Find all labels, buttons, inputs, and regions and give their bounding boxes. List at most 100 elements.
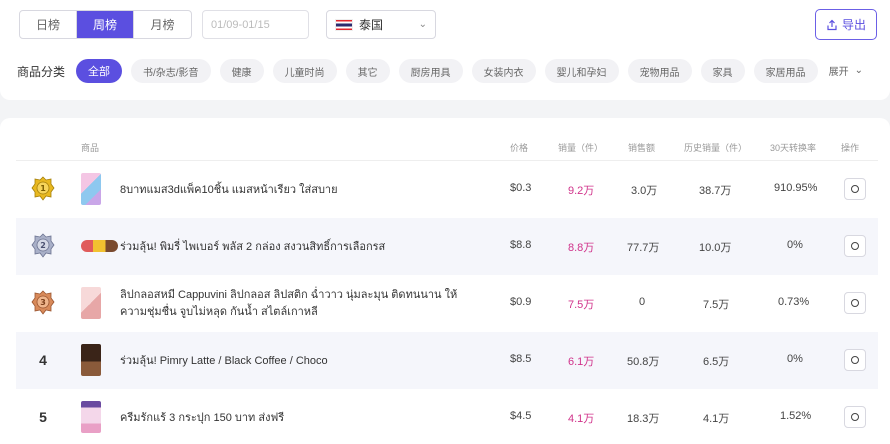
category-chip-all[interactable]: 全部 — [76, 59, 122, 83]
export-button[interactable]: 导出 — [815, 9, 877, 40]
date-range-input[interactable]: 01/09-01/15 — [202, 10, 309, 39]
tab-weekly[interactable]: 周榜 — [77, 11, 134, 38]
category-label: 商品分类 — [17, 64, 66, 79]
table-row[interactable]: 4 ร่วมลุ้น! Pimry Latte / Black Coffee /… — [16, 332, 878, 389]
rank-cell: 1 — [30, 175, 56, 203]
price-cell: $0.9 — [510, 296, 532, 308]
revenue-cell: 3.0万 — [631, 185, 658, 197]
history-sales-cell: 38.7万 — [699, 185, 732, 197]
svg-text:3: 3 — [40, 298, 46, 307]
country-select[interactable]: 泰国 ⌄ — [326, 10, 436, 39]
conversion-cell: 0% — [787, 239, 803, 251]
header-price: 价格 — [510, 143, 529, 153]
table-row[interactable]: 3 ลิปกลอสหมี Cappuvini ลิปกลอส ลิปสติก ฉ… — [16, 275, 878, 332]
filter-panel: 日榜 周榜 月榜 01/09-01/15 泰国 ⌄ 导出 商品分类 全部 书/杂… — [0, 0, 890, 100]
sales-cell: 8.8万 — [568, 242, 595, 254]
header-revenue: 销售额 — [628, 143, 656, 153]
header-history-sales: 历史销量（件） — [684, 143, 748, 153]
history-sales-cell: 7.5万 — [703, 299, 730, 311]
history-sales-cell: 6.5万 — [703, 356, 730, 368]
sales-cell: 6.1万 — [568, 356, 595, 368]
date-range-placeholder: 01/09-01/15 — [211, 18, 270, 31]
category-chip-furniture[interactable]: 家具 — [700, 59, 745, 83]
expand-label: 展开 — [828, 66, 849, 78]
product-thumbnail[interactable] — [81, 401, 101, 433]
conversion-cell: 0% — [787, 353, 803, 365]
view-detail-button[interactable] — [844, 235, 866, 257]
table-row[interactable]: 5 ครีมรักแร้ 3 กระปุก 150 บาท ส่งฟรี $4.… — [16, 389, 878, 444]
search-icon — [851, 413, 859, 421]
category-chip-home[interactable]: 家居用品 — [753, 59, 818, 83]
view-detail-button[interactable] — [844, 406, 866, 428]
price-cell: $8.5 — [510, 353, 532, 365]
revenue-cell: 18.3万 — [627, 413, 660, 425]
rank-cell: 5 — [39, 409, 47, 425]
gold-medal-icon: 1 — [31, 176, 55, 201]
product-thumbnail[interactable] — [81, 240, 118, 252]
view-detail-button[interactable] — [844, 349, 866, 371]
rank-cell: 4 — [39, 352, 47, 368]
price-cell: $8.8 — [510, 239, 532, 251]
revenue-cell: 77.7万 — [627, 242, 660, 254]
sales-cell: 7.5万 — [568, 299, 595, 311]
rank-cell: 2 — [30, 232, 56, 260]
expand-toggle[interactable]: 展开 ⌄ — [829, 58, 863, 82]
category-chip-kitchen[interactable]: 厨房用具 — [398, 59, 463, 83]
search-icon — [851, 356, 859, 364]
category-chip-pet[interactable]: 宠物用品 — [627, 59, 692, 83]
revenue-cell: 50.8万 — [627, 356, 660, 368]
rank-cell: 3 — [30, 289, 56, 317]
silver-medal-icon: 2 — [31, 233, 55, 258]
conversion-cell: 0.73% — [778, 296, 810, 308]
view-detail-button[interactable] — [844, 292, 866, 314]
category-chip-books[interactable]: 书/杂志/影音 — [131, 59, 211, 83]
sales-cell: 4.1万 — [568, 413, 595, 425]
search-icon — [851, 185, 859, 193]
revenue-cell: 0 — [639, 296, 646, 308]
tab-monthly[interactable]: 月榜 — [134, 11, 191, 38]
bronze-medal-icon: 3 — [31, 290, 55, 315]
header-product: 商品 — [81, 143, 100, 153]
svg-text:2: 2 — [40, 241, 46, 250]
sales-cell: 9.2万 — [568, 185, 595, 197]
product-name[interactable]: ร่วมลุ้น! Pimry Latte / Black Coffee / C… — [120, 342, 480, 380]
category-chip-kids-fashion[interactable]: 儿童时尚 — [272, 59, 337, 83]
table-header: 商品 价格 销量（件） 销售额 历史销量（件） 30天转换率 操作 — [16, 135, 878, 161]
search-icon — [851, 299, 859, 307]
header-action: 操作 — [841, 143, 860, 153]
product-name[interactable]: ครีมรักแร้ 3 กระปุก 150 บาท ส่งฟรี — [120, 399, 480, 437]
export-icon — [827, 19, 837, 30]
ranking-table: 商品 价格 销量（件） 销售额 历史销量（件） 30天转换率 操作 1 8บาท… — [0, 118, 890, 444]
product-name[interactable]: 8บาทแมส3dแพ็ค10ชิ้น แมสหน้าเรียว ใส่สบาย — [120, 171, 480, 209]
category-chip-womens-underwear[interactable]: 女装内衣 — [471, 59, 536, 83]
product-name[interactable]: ร่วมลุ้น! พิมรี่ ไพเบอร์ พลัส 2 กล่อง สง… — [120, 228, 480, 266]
conversion-cell: 1.52% — [780, 410, 812, 422]
category-filter: 商品分类 全部 书/杂志/影音 健康 儿童时尚 其它 厨房用具 女装内衣 婴儿和… — [17, 58, 873, 84]
chevron-down-icon: ⌄ — [418, 19, 427, 30]
conversion-cell: 910.95% — [774, 182, 818, 194]
svg-text:1: 1 — [40, 184, 46, 193]
category-chip-health[interactable]: 健康 — [219, 59, 264, 83]
price-cell: $4.5 — [510, 410, 532, 422]
header-conversion: 30天转换率 — [770, 143, 817, 153]
category-chip-other[interactable]: 其它 — [345, 59, 390, 83]
history-sales-cell: 10.0万 — [699, 242, 732, 254]
table-row[interactable]: 1 8บาทแมส3dแพ็ค10ชิ้น แมสหน้าเรียว ใส่สบ… — [16, 161, 878, 218]
search-icon — [851, 242, 859, 250]
chevron-down-icon: ⌄ — [854, 64, 863, 76]
thailand-flag-icon — [335, 18, 353, 31]
tab-daily[interactable]: 日榜 — [20, 11, 77, 38]
product-thumbnail[interactable] — [81, 344, 101, 376]
price-cell: $0.3 — [510, 182, 532, 194]
view-detail-button[interactable] — [844, 178, 866, 200]
export-label: 导出 — [841, 18, 866, 32]
period-tabs: 日榜 周榜 月榜 — [19, 10, 192, 39]
country-name: 泰国 — [359, 18, 384, 32]
header-sales: 销量（件） — [558, 143, 604, 153]
product-thumbnail[interactable] — [81, 287, 101, 319]
product-thumbnail[interactable] — [81, 173, 101, 205]
table-row[interactable]: 2 ร่วมลุ้น! พิมรี่ ไพเบอร์ พลัส 2 กล่อง … — [16, 218, 878, 275]
category-chip-baby-maternity[interactable]: 婴儿和孕妇 — [544, 59, 619, 83]
product-name[interactable]: ลิปกลอสหมี Cappuvini ลิปกลอส ลิปสติก ฉ่ำ… — [120, 285, 480, 323]
history-sales-cell: 4.1万 — [703, 413, 730, 425]
